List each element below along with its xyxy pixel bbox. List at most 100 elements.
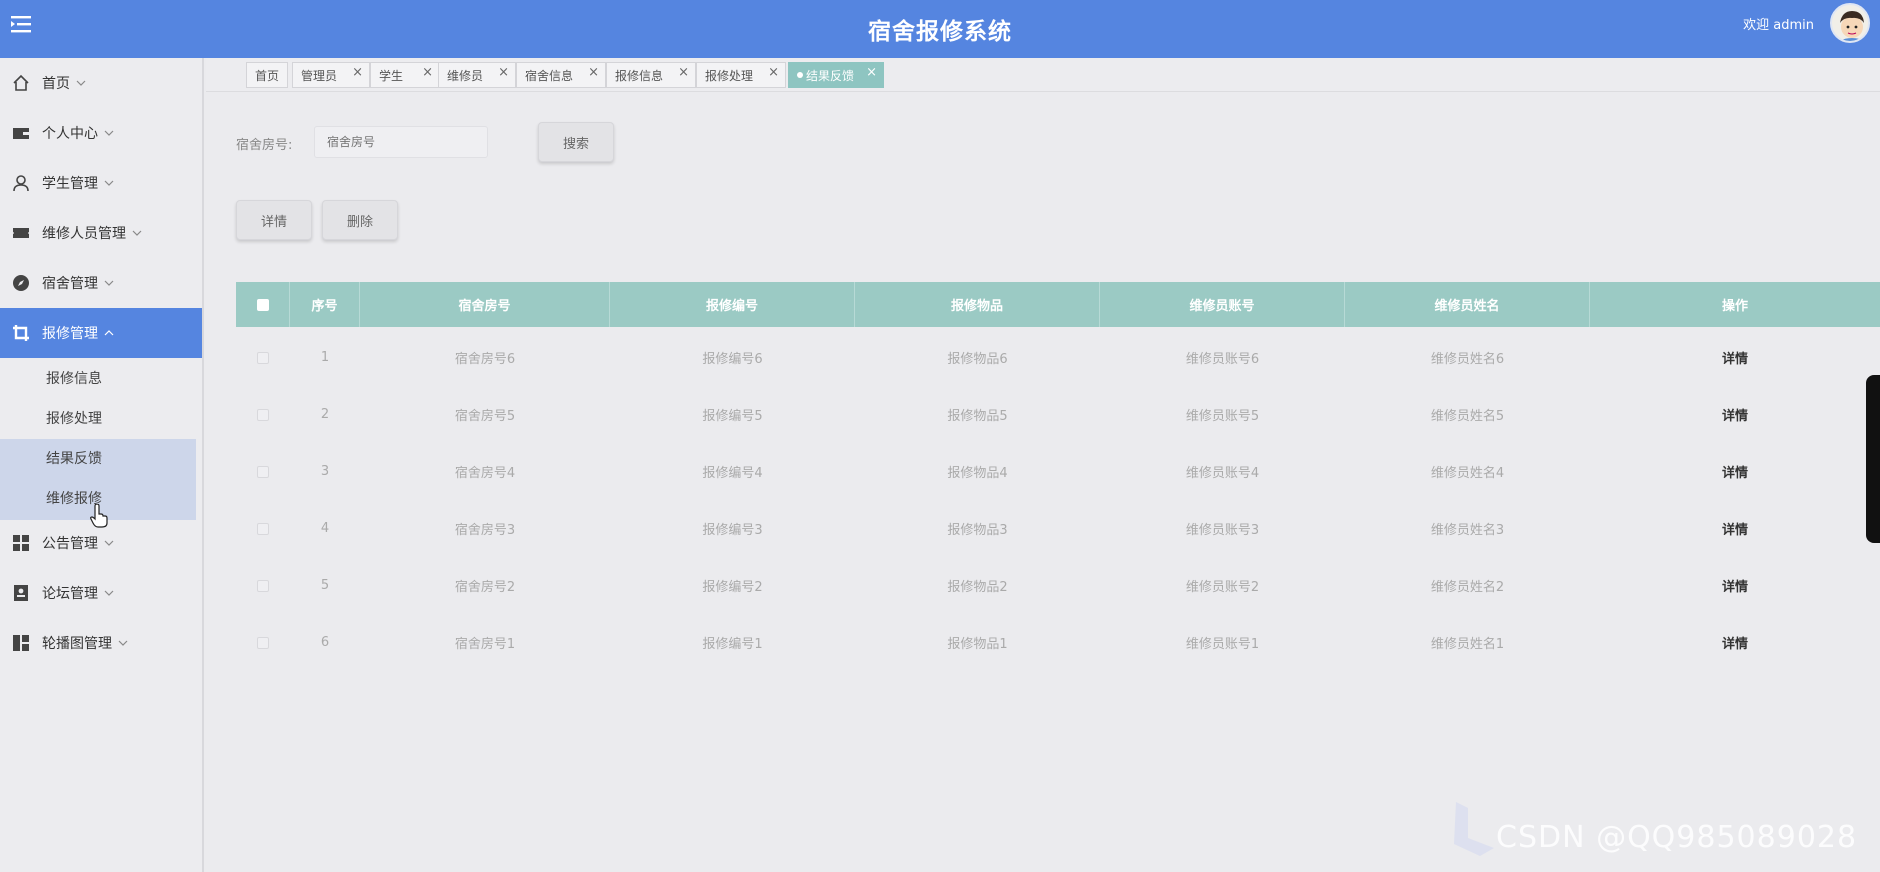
close-icon[interactable]: × — [588, 65, 599, 80]
home-icon — [12, 74, 30, 92]
row-detail-link[interactable]: 详情 — [1590, 557, 1880, 614]
tab-admin[interactable]: 管理员 × — [292, 62, 370, 88]
table-cell: 报修物品4 — [947, 466, 1008, 481]
close-icon[interactable]: × — [866, 65, 877, 80]
row-detail-link[interactable]: 详情 — [1590, 386, 1880, 443]
table-cell: 维修员账号5 — [1185, 409, 1260, 424]
table-cell: 维修员姓名5 — [1430, 409, 1505, 424]
row-detail-link[interactable]: 详情 — [1590, 500, 1880, 557]
sidebar-item-forum[interactable]: 论坛管理 — [0, 568, 202, 618]
row-checkbox[interactable] — [257, 465, 269, 478]
table-cell: 维修员账号3 — [1185, 523, 1260, 538]
tab-student[interactable]: 学生 × — [370, 62, 440, 88]
close-icon[interactable]: × — [768, 65, 779, 80]
tab-repair-process[interactable]: 报修处理 × — [696, 62, 786, 88]
table-cell: 报修编号3 — [702, 523, 763, 538]
search-label: 宿舍房号: — [236, 138, 293, 153]
search-input[interactable] — [314, 126, 488, 158]
sidebar-item-carousel[interactable]: 轮播图管理 — [0, 618, 202, 668]
table-cell: 报修编号2 — [702, 580, 763, 595]
table-row: 6 宿舍房号1 报修编号1 报修物品1 维修员账号1 维修员姓名1 详情 — [236, 614, 1880, 671]
tab-label: 首页 — [255, 68, 280, 83]
submenu-item-repair-info[interactable]: 报修信息 — [0, 358, 202, 398]
row-checkbox[interactable] — [257, 522, 269, 535]
tab-repairman[interactable]: 维修员 × — [438, 62, 516, 88]
select-all-checkbox[interactable] — [256, 298, 269, 311]
table-cell: 维修员姓名6 — [1430, 352, 1505, 367]
column-header[interactable]: 报修编号 — [610, 282, 855, 327]
table-row: 5 宿舍房号2 报修编号2 报修物品2 维修员账号2 维修员姓名2 详情 — [236, 557, 1880, 614]
tab-result-feedback[interactable]: 结果反馈 × — [788, 62, 884, 88]
row-select-cell — [236, 443, 290, 500]
tab-label: 报修处理 — [705, 68, 754, 83]
table-cell: 宿舍房号2 — [454, 580, 516, 595]
sidebar-item-label: 首页 — [42, 76, 70, 92]
sidebar-item-home[interactable]: 首页 — [0, 58, 202, 108]
table-cell: 报修物品2 — [947, 580, 1008, 595]
sidebar-item-repairmen[interactable]: 维修人员管理 — [0, 208, 202, 258]
delete-button[interactable]: 删除 — [322, 200, 398, 240]
avatar[interactable] — [1830, 3, 1870, 43]
close-icon[interactable]: × — [352, 65, 363, 80]
column-header[interactable]: 维修员姓名 — [1345, 282, 1590, 327]
row-checkbox[interactable] — [257, 408, 269, 421]
sidebar-item-notices[interactable]: 公告管理 — [0, 518, 202, 568]
floating-side-tab[interactable] — [1866, 375, 1880, 543]
close-icon[interactable]: × — [678, 65, 689, 80]
table-cell: 维修员姓名2 — [1430, 580, 1505, 595]
table-cell: 宿舍房号1 — [454, 637, 516, 652]
welcome-text: 欢迎 admin — [1743, 18, 1814, 33]
table-cell: 宿舍房号3 — [454, 523, 516, 538]
tabs-bar: 首页 管理员 × 学生 × 维修员 × 宿舍信息 × 报修信息 × 报修处理 × 结果反馈 × — [206, 58, 1880, 92]
column-header[interactable]: 序号 — [290, 282, 360, 327]
sidebar-item-label: 宿舍管理 — [42, 276, 98, 292]
user-icon — [12, 174, 30, 192]
table-cell: 维修员账号1 — [1185, 637, 1260, 652]
submenu-item-repair-process[interactable]: 报修处理 — [0, 398, 202, 438]
chevron-down-icon — [104, 588, 114, 598]
table-row: 1 宿舍房号6 报修编号6 报修物品6 维修员账号6 维修员姓名6 详情 — [236, 329, 1880, 386]
chevron-down-icon — [104, 128, 114, 138]
column-header[interactable]: 报修物品 — [855, 282, 1100, 327]
tab-repair-info[interactable]: 报修信息 × — [606, 62, 696, 88]
table-cell: 1 — [320, 350, 330, 365]
detail-button[interactable]: 详情 — [236, 200, 312, 240]
layout-icon — [12, 634, 30, 652]
row-checkbox[interactable] — [257, 351, 269, 364]
row-checkbox[interactable] — [257, 579, 269, 592]
table-cell: 5 — [320, 578, 330, 593]
chevron-down-icon — [132, 228, 142, 238]
row-checkbox[interactable] — [257, 636, 269, 649]
column-header[interactable]: 宿舍房号 — [360, 282, 610, 327]
row-detail-link[interactable]: 详情 — [1590, 443, 1880, 500]
table-row: 4 宿舍房号3 报修编号3 报修物品3 维修员账号3 维修员姓名3 详情 — [236, 500, 1880, 557]
tab-label: 维修员 — [447, 68, 484, 83]
table-cell: 3 — [320, 464, 330, 479]
chevron-down-icon — [118, 638, 128, 648]
sidebar-item-repairs[interactable]: 报修管理 — [0, 308, 202, 358]
chevron-down-icon — [104, 178, 114, 188]
close-icon[interactable]: × — [498, 65, 509, 80]
sidebar-item-students[interactable]: 学生管理 — [0, 158, 202, 208]
tab-dorm-info[interactable]: 宿舍信息 × — [516, 62, 606, 88]
chevron-down-icon — [104, 278, 114, 288]
row-detail-link[interactable]: 详情 — [1590, 614, 1880, 671]
table-cell: 报修物品5 — [947, 409, 1008, 424]
sidebar-item-label: 轮播图管理 — [42, 636, 112, 652]
row-select-cell — [236, 386, 290, 443]
submenu-item-result-feedback[interactable]: 结果反馈 — [0, 438, 202, 478]
top-header: 宿舍报修系统 欢迎 admin — [0, 0, 1880, 58]
column-header[interactable]: 维修员账号 — [1100, 282, 1345, 327]
tab-home[interactable]: 首页 — [246, 62, 288, 88]
app-title: 宿舍报修系统 — [868, 19, 1012, 45]
table-row: 2 宿舍房号5 报修编号5 报修物品5 维修员账号5 维修员姓名5 详情 — [236, 386, 1880, 443]
sidebar-item-label: 论坛管理 — [42, 586, 98, 602]
table-cell: 报修物品1 — [947, 637, 1008, 652]
row-detail-link[interactable]: 详情 — [1590, 329, 1880, 386]
sidebar-item-profile[interactable]: 个人中心 — [0, 108, 202, 158]
sidebar-item-dorms[interactable]: 宿舍管理 — [0, 258, 202, 308]
id-card-icon — [12, 584, 30, 602]
search-button[interactable]: 搜索 — [538, 122, 614, 162]
watermark-text: CSDN @QQ985089028 — [1496, 820, 1858, 855]
close-icon[interactable]: × — [422, 65, 433, 80]
